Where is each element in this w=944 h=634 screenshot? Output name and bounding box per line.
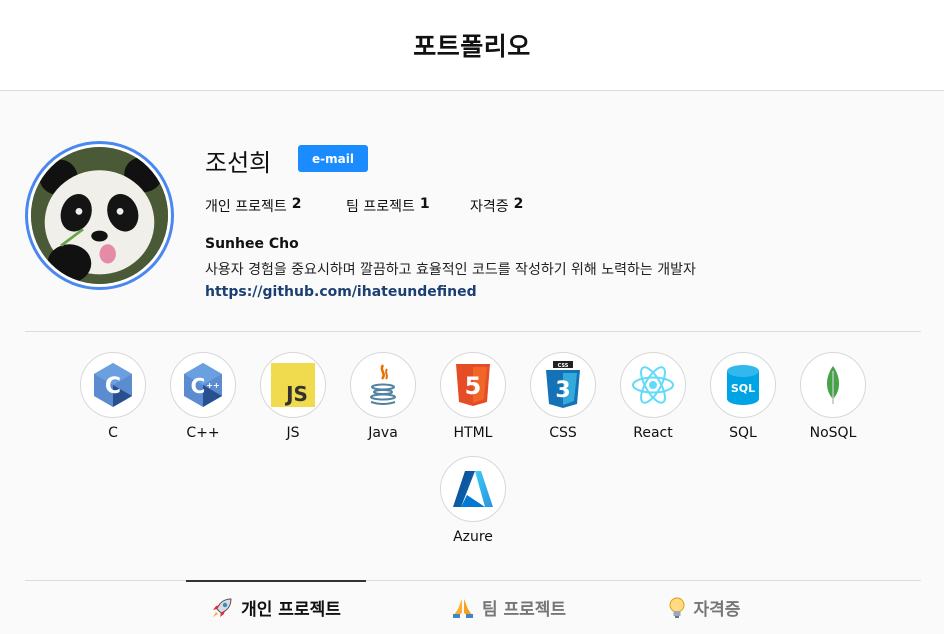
stat-certificates: 자격증 2 <box>470 196 523 216</box>
skill-azure: Azure <box>428 456 518 545</box>
svg-text:C: C <box>191 374 206 398</box>
c-logo-icon: C <box>80 352 146 418</box>
profile-stats: 개인 프로젝트 2 팀 프로젝트 1 자격증 2 <box>205 196 523 216</box>
tab-label: 개인 프로젝트 <box>241 600 341 620</box>
svg-text:C: C <box>105 374 121 399</box>
skill-label: CSS <box>549 425 577 441</box>
divider <box>25 331 921 332</box>
tab-certificates[interactable]: 자격증 <box>644 581 764 634</box>
stat-team-projects: 팀 프로젝트 1 <box>346 196 470 216</box>
skill-label: Java <box>368 425 398 441</box>
rocket-icon <box>213 597 232 617</box>
skill-label: C <box>108 425 118 441</box>
skill-js: JS JS <box>248 352 338 441</box>
skill-label: React <box>633 425 673 441</box>
svg-text:3: 3 <box>555 378 570 403</box>
java-logo-icon <box>350 352 416 418</box>
tab-personal-projects[interactable]: 개인 프로젝트 <box>186 580 366 633</box>
skill-html: 5 HTML <box>428 352 518 441</box>
svg-text:CSS: CSS <box>558 363 569 369</box>
skill-label: SQL <box>729 425 757 441</box>
svg-text:JS: JS <box>284 382 308 406</box>
html5-logo-icon: 5 <box>440 352 506 418</box>
top-header: 포트폴리오 <box>0 0 944 91</box>
skill-css: CSS 3 CSS <box>518 352 608 441</box>
skill-react: React <box>608 352 698 441</box>
avatar <box>25 141 174 290</box>
email-button[interactable]: e-mail <box>298 145 368 172</box>
stat-label: 팀 프로젝트 <box>346 199 415 215</box>
tab-label: 자격증 <box>693 600 741 620</box>
svg-text:++: ++ <box>206 381 219 390</box>
profile-full-name: Sunhee Cho <box>205 236 299 252</box>
stat-personal-projects: 개인 프로젝트 2 <box>205 196 346 216</box>
stat-count: 2 <box>291 196 302 212</box>
lightbulb-icon <box>669 597 685 618</box>
stat-label: 자격증 <box>470 199 509 215</box>
skill-nosql: NoSQL <box>788 352 878 441</box>
panda-photo-icon <box>31 147 168 284</box>
tab-team-projects[interactable]: 팀 프로젝트 <box>424 581 594 634</box>
skill-label: NoSQL <box>809 425 857 441</box>
skill-sql: SQL SQL <box>698 352 788 441</box>
svg-text:5: 5 <box>465 372 482 400</box>
github-link[interactable]: https://github.com/ihateundefined <box>205 284 477 300</box>
sql-logo-icon: SQL <box>710 352 776 418</box>
skill-label: C++ <box>186 425 220 441</box>
javascript-logo-icon: JS <box>260 352 326 418</box>
tab-label: 팀 프로젝트 <box>481 600 567 620</box>
skill-c: C C <box>68 352 158 441</box>
avatar-photo <box>31 147 168 284</box>
react-logo-icon <box>620 352 686 418</box>
css3-logo-icon: CSS 3 <box>530 352 596 418</box>
skill-label: Azure <box>453 529 493 545</box>
stat-count: 1 <box>419 196 430 212</box>
stat-count: 2 <box>513 196 524 212</box>
skill-cpp: C ++ C++ <box>158 352 248 441</box>
skill-java: Java <box>338 352 428 441</box>
skill-label: HTML <box>453 425 493 441</box>
skill-label: JS <box>286 425 300 441</box>
tab-bar: 개인 프로젝트 팀 프로젝트 자격증 <box>0 580 944 634</box>
praying-hands-icon <box>452 598 473 618</box>
stat-label: 개인 프로젝트 <box>205 199 287 215</box>
svg-text:SQL: SQL <box>731 382 755 395</box>
page-title: 포트폴리오 <box>413 32 531 61</box>
mongodb-leaf-icon <box>800 352 866 418</box>
cpp-logo-icon: C ++ <box>170 352 236 418</box>
azure-logo-icon <box>440 456 506 522</box>
profile-username: 조선희 <box>205 149 272 177</box>
profile-bio: 사용자 경험을 중요시하며 깔끔하고 효율적인 코드를 작성하기 위해 노력하는… <box>205 262 696 278</box>
